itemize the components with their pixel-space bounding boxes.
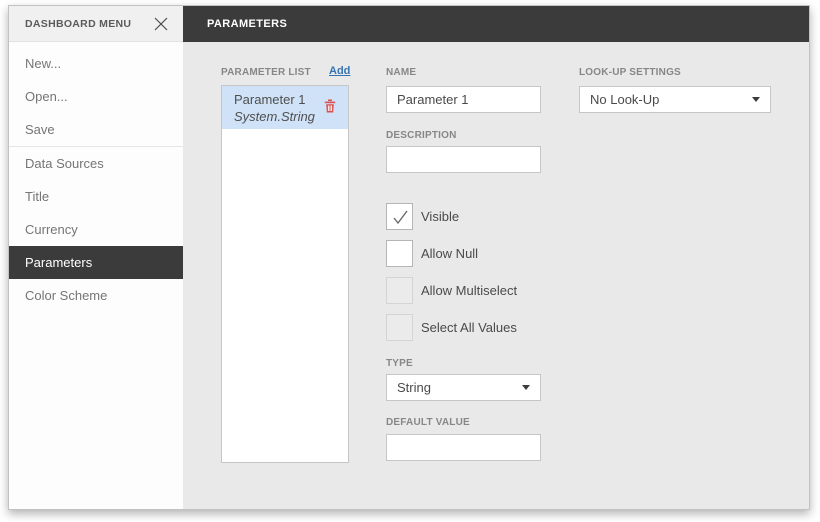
allow-multiselect-checkbox-row: Allow Multiselect <box>386 277 517 304</box>
sidebar-menu: New... Open... Save Data Sources Title C… <box>9 42 183 312</box>
chevron-down-icon <box>522 385 530 390</box>
sidebar-item-currency[interactable]: Currency <box>9 213 183 246</box>
page-header: PARAMETERS <box>183 6 809 42</box>
select-all-values-label: Select All Values <box>421 320 517 335</box>
name-label: NAME <box>386 67 417 78</box>
sidebar-item-save[interactable]: Save <box>9 113 183 146</box>
parameter-type-text: System.String <box>234 109 315 124</box>
select-all-values-checkbox-row: Select All Values <box>386 314 517 341</box>
type-value: String <box>397 380 431 395</box>
parameters-panel: PARAMETER LIST Add Parameter 1 System.St… <box>183 42 809 509</box>
name-input[interactable] <box>386 86 541 113</box>
chevron-down-icon <box>752 97 760 102</box>
parameter-list-label: PARAMETER LIST <box>221 67 311 78</box>
allow-null-checkbox[interactable] <box>386 240 413 267</box>
sidebar-item-parameters[interactable]: Parameters <box>9 246 183 279</box>
parameter-name-text: Parameter 1 <box>234 92 306 107</box>
default-value-label: DEFAULT VALUE <box>386 417 470 428</box>
lookup-settings-value: No Look-Up <box>590 92 660 107</box>
lookup-settings-label: LOOK-UP SETTINGS <box>579 67 681 78</box>
dashboard-menu-sidebar: DASHBOARD MENU New... Open... Save Data … <box>9 6 183 509</box>
default-value-input[interactable] <box>386 434 541 461</box>
description-input[interactable] <box>386 146 541 173</box>
visible-checkbox[interactable] <box>386 203 413 230</box>
parameter-list-item[interactable]: Parameter 1 System.String <box>222 86 348 129</box>
delete-parameter-icon[interactable] <box>322 98 338 114</box>
visible-label: Visible <box>421 209 460 224</box>
sidebar-item-color-scheme[interactable]: Color Scheme <box>9 279 183 312</box>
sidebar-title: DASHBOARD MENU <box>25 17 132 30</box>
type-select[interactable]: String <box>386 374 541 401</box>
dashboard-designer-window: DASHBOARD MENU New... Open... Save Data … <box>8 5 810 510</box>
allow-multiselect-checkbox[interactable] <box>386 277 413 304</box>
allow-null-checkbox-row: Allow Null <box>386 240 478 267</box>
sidebar-item-data-sources[interactable]: Data Sources <box>9 147 183 180</box>
visible-checkbox-row: Visible <box>386 203 459 230</box>
allow-multiselect-label: Allow Multiselect <box>421 283 518 298</box>
description-label: DESCRIPTION <box>386 130 457 141</box>
type-label: TYPE <box>386 358 413 369</box>
sidebar-item-open[interactable]: Open... <box>9 80 183 113</box>
sidebar-item-new[interactable]: New... <box>9 47 183 80</box>
lookup-settings-select[interactable]: No Look-Up <box>579 86 771 113</box>
page-title: PARAMETERS <box>207 18 288 30</box>
sidebar-header: DASHBOARD MENU <box>9 6 183 42</box>
close-icon[interactable] <box>151 14 171 34</box>
select-all-values-checkbox[interactable] <box>386 314 413 341</box>
sidebar-item-title[interactable]: Title <box>9 180 183 213</box>
allow-null-label: Allow Null <box>421 246 479 261</box>
add-parameter-link[interactable]: Add <box>329 65 350 77</box>
parameter-list: Parameter 1 System.String <box>221 85 349 463</box>
